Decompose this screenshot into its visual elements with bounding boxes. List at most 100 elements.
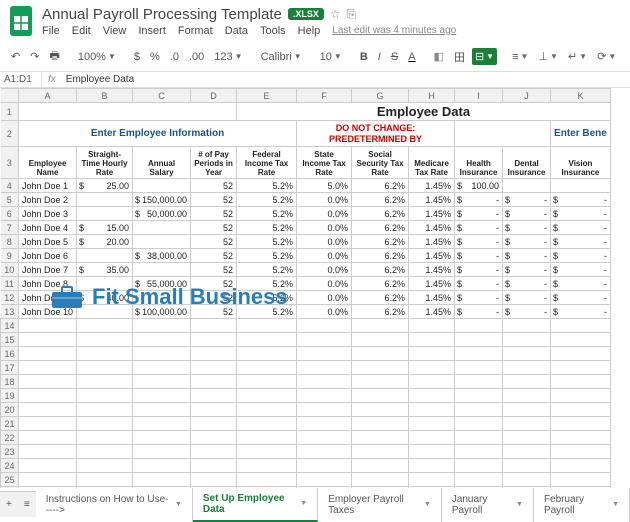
warning-cell[interactable]: DO NOT CHANGE:PREDETERMINED BY — [297, 121, 455, 147]
empty-cell[interactable] — [19, 417, 77, 431]
row-header[interactable]: 13 — [1, 305, 19, 319]
empty-cell[interactable] — [19, 445, 77, 459]
data-cell[interactable]: 0.0% — [297, 291, 352, 305]
empty-cell[interactable] — [191, 333, 237, 347]
empty-cell[interactable] — [19, 431, 77, 445]
data-cell[interactable]: 52 — [191, 305, 237, 319]
empty-cell[interactable] — [77, 459, 133, 473]
empty-cell[interactable] — [133, 403, 191, 417]
menu-data[interactable]: Data — [225, 25, 248, 37]
menu-tools[interactable]: Tools — [260, 25, 286, 37]
empty-cell[interactable] — [133, 361, 191, 375]
undo-button[interactable]: ↶ — [8, 48, 23, 65]
column-header[interactable]: Annual Salary — [133, 147, 191, 179]
empty-cell[interactable] — [77, 319, 133, 333]
empty-cell[interactable] — [19, 403, 77, 417]
percent-button[interactable]: % — [147, 49, 163, 65]
merge-button[interactable]: ⊟▼ — [472, 48, 497, 65]
empty-cell[interactable] — [455, 347, 503, 361]
data-cell[interactable]: John Doe 8 — [19, 277, 77, 291]
data-cell[interactable]: 1.45% — [409, 263, 455, 277]
col-header-B[interactable]: B — [77, 89, 133, 103]
data-cell[interactable]: 0.0% — [297, 249, 352, 263]
row-header[interactable]: 25 — [1, 473, 19, 487]
row-header[interactable]: 1 — [1, 103, 19, 121]
empty-cell[interactable] — [551, 403, 611, 417]
empty-cell[interactable] — [551, 389, 611, 403]
row-header[interactable]: 3 — [1, 147, 19, 179]
empty-cell[interactable] — [352, 389, 409, 403]
data-cell[interactable]: 5.2% — [237, 263, 297, 277]
empty-cell[interactable] — [409, 375, 455, 389]
empty-cell[interactable] — [133, 431, 191, 445]
zoom-select[interactable]: 100%▼ — [75, 49, 119, 65]
empty-cell[interactable] — [133, 319, 191, 333]
col-header-I[interactable]: I — [455, 89, 503, 103]
decimal-inc-button[interactable]: .00 — [186, 49, 207, 65]
col-header-C[interactable]: C — [133, 89, 191, 103]
row-header[interactable]: 19 — [1, 389, 19, 403]
data-cell[interactable] — [551, 207, 611, 221]
empty-cell[interactable] — [503, 445, 551, 459]
empty-cell[interactable] — [191, 319, 237, 333]
column-header[interactable]: Social Security Tax Rate — [352, 147, 409, 179]
data-cell[interactable] — [133, 179, 191, 193]
empty-cell[interactable] — [191, 431, 237, 445]
data-cell[interactable]: 5.2% — [237, 179, 297, 193]
empty-cell[interactable] — [551, 375, 611, 389]
empty-cell[interactable] — [297, 445, 352, 459]
data-cell[interactable]: 52 — [191, 193, 237, 207]
empty-cell[interactable] — [455, 403, 503, 417]
data-cell[interactable]: John Doe 10 — [19, 305, 77, 319]
italic-button[interactable]: I — [375, 49, 384, 65]
data-cell[interactable] — [551, 235, 611, 249]
empty-cell[interactable] — [409, 333, 455, 347]
empty-cell[interactable] — [352, 417, 409, 431]
decimal-dec-button[interactable]: .0 — [167, 49, 182, 65]
data-cell[interactable] — [133, 291, 191, 305]
row-header[interactable]: 4 — [1, 179, 19, 193]
empty-cell[interactable] — [503, 333, 551, 347]
data-cell[interactable]: 6.2% — [352, 235, 409, 249]
data-cell[interactable]: 6.2% — [352, 207, 409, 221]
data-cell[interactable] — [455, 249, 503, 263]
halign-button[interactable]: ≡▼ — [509, 49, 531, 65]
empty-cell[interactable] — [455, 319, 503, 333]
row-header[interactable]: 11 — [1, 277, 19, 291]
empty-cell[interactable] — [455, 459, 503, 473]
empty-cell[interactable] — [19, 361, 77, 375]
empty-cell[interactable] — [455, 445, 503, 459]
empty-cell[interactable] — [297, 361, 352, 375]
empty-cell[interactable] — [77, 333, 133, 347]
redo-button[interactable]: ↷ — [27, 48, 42, 65]
data-cell[interactable]: 0.0% — [297, 277, 352, 291]
data-cell[interactable] — [503, 207, 551, 221]
column-header[interactable]: Dental Insurance — [503, 147, 551, 179]
enter-info-cell[interactable]: Enter Employee Information — [19, 121, 297, 147]
data-cell[interactable]: 100.00 — [455, 179, 503, 193]
row-header[interactable]: 26 — [1, 487, 19, 489]
data-cell[interactable]: 6.2% — [352, 221, 409, 235]
fill-color-button[interactable]: ◧ — [431, 48, 447, 65]
column-header[interactable]: Medicare Tax Rate — [409, 147, 455, 179]
row-header[interactable]: 6 — [1, 207, 19, 221]
data-cell[interactable]: John Doe 4 — [19, 221, 77, 235]
empty-cell[interactable] — [503, 347, 551, 361]
empty-cell[interactable] — [77, 361, 133, 375]
col-header-F[interactable]: F — [297, 89, 352, 103]
data-cell[interactable]: 52 — [191, 235, 237, 249]
last-edit-link[interactable]: Last edit was 4 minutes ago — [332, 25, 456, 36]
valign-button[interactable]: ⊥▼ — [535, 48, 561, 65]
data-cell[interactable] — [455, 263, 503, 277]
bold-button[interactable]: B — [357, 49, 371, 65]
empty-cell[interactable] — [551, 361, 611, 375]
empty-cell[interactable] — [352, 473, 409, 487]
data-cell[interactable]: 1.45% — [409, 305, 455, 319]
data-cell[interactable] — [503, 263, 551, 277]
empty-cell[interactable] — [77, 403, 133, 417]
empty-cell[interactable] — [551, 333, 611, 347]
data-cell[interactable]: 1.45% — [409, 221, 455, 235]
data-cell[interactable] — [455, 291, 503, 305]
data-cell[interactable]: John Doe 1 — [19, 179, 77, 193]
row-header[interactable]: 7 — [1, 221, 19, 235]
